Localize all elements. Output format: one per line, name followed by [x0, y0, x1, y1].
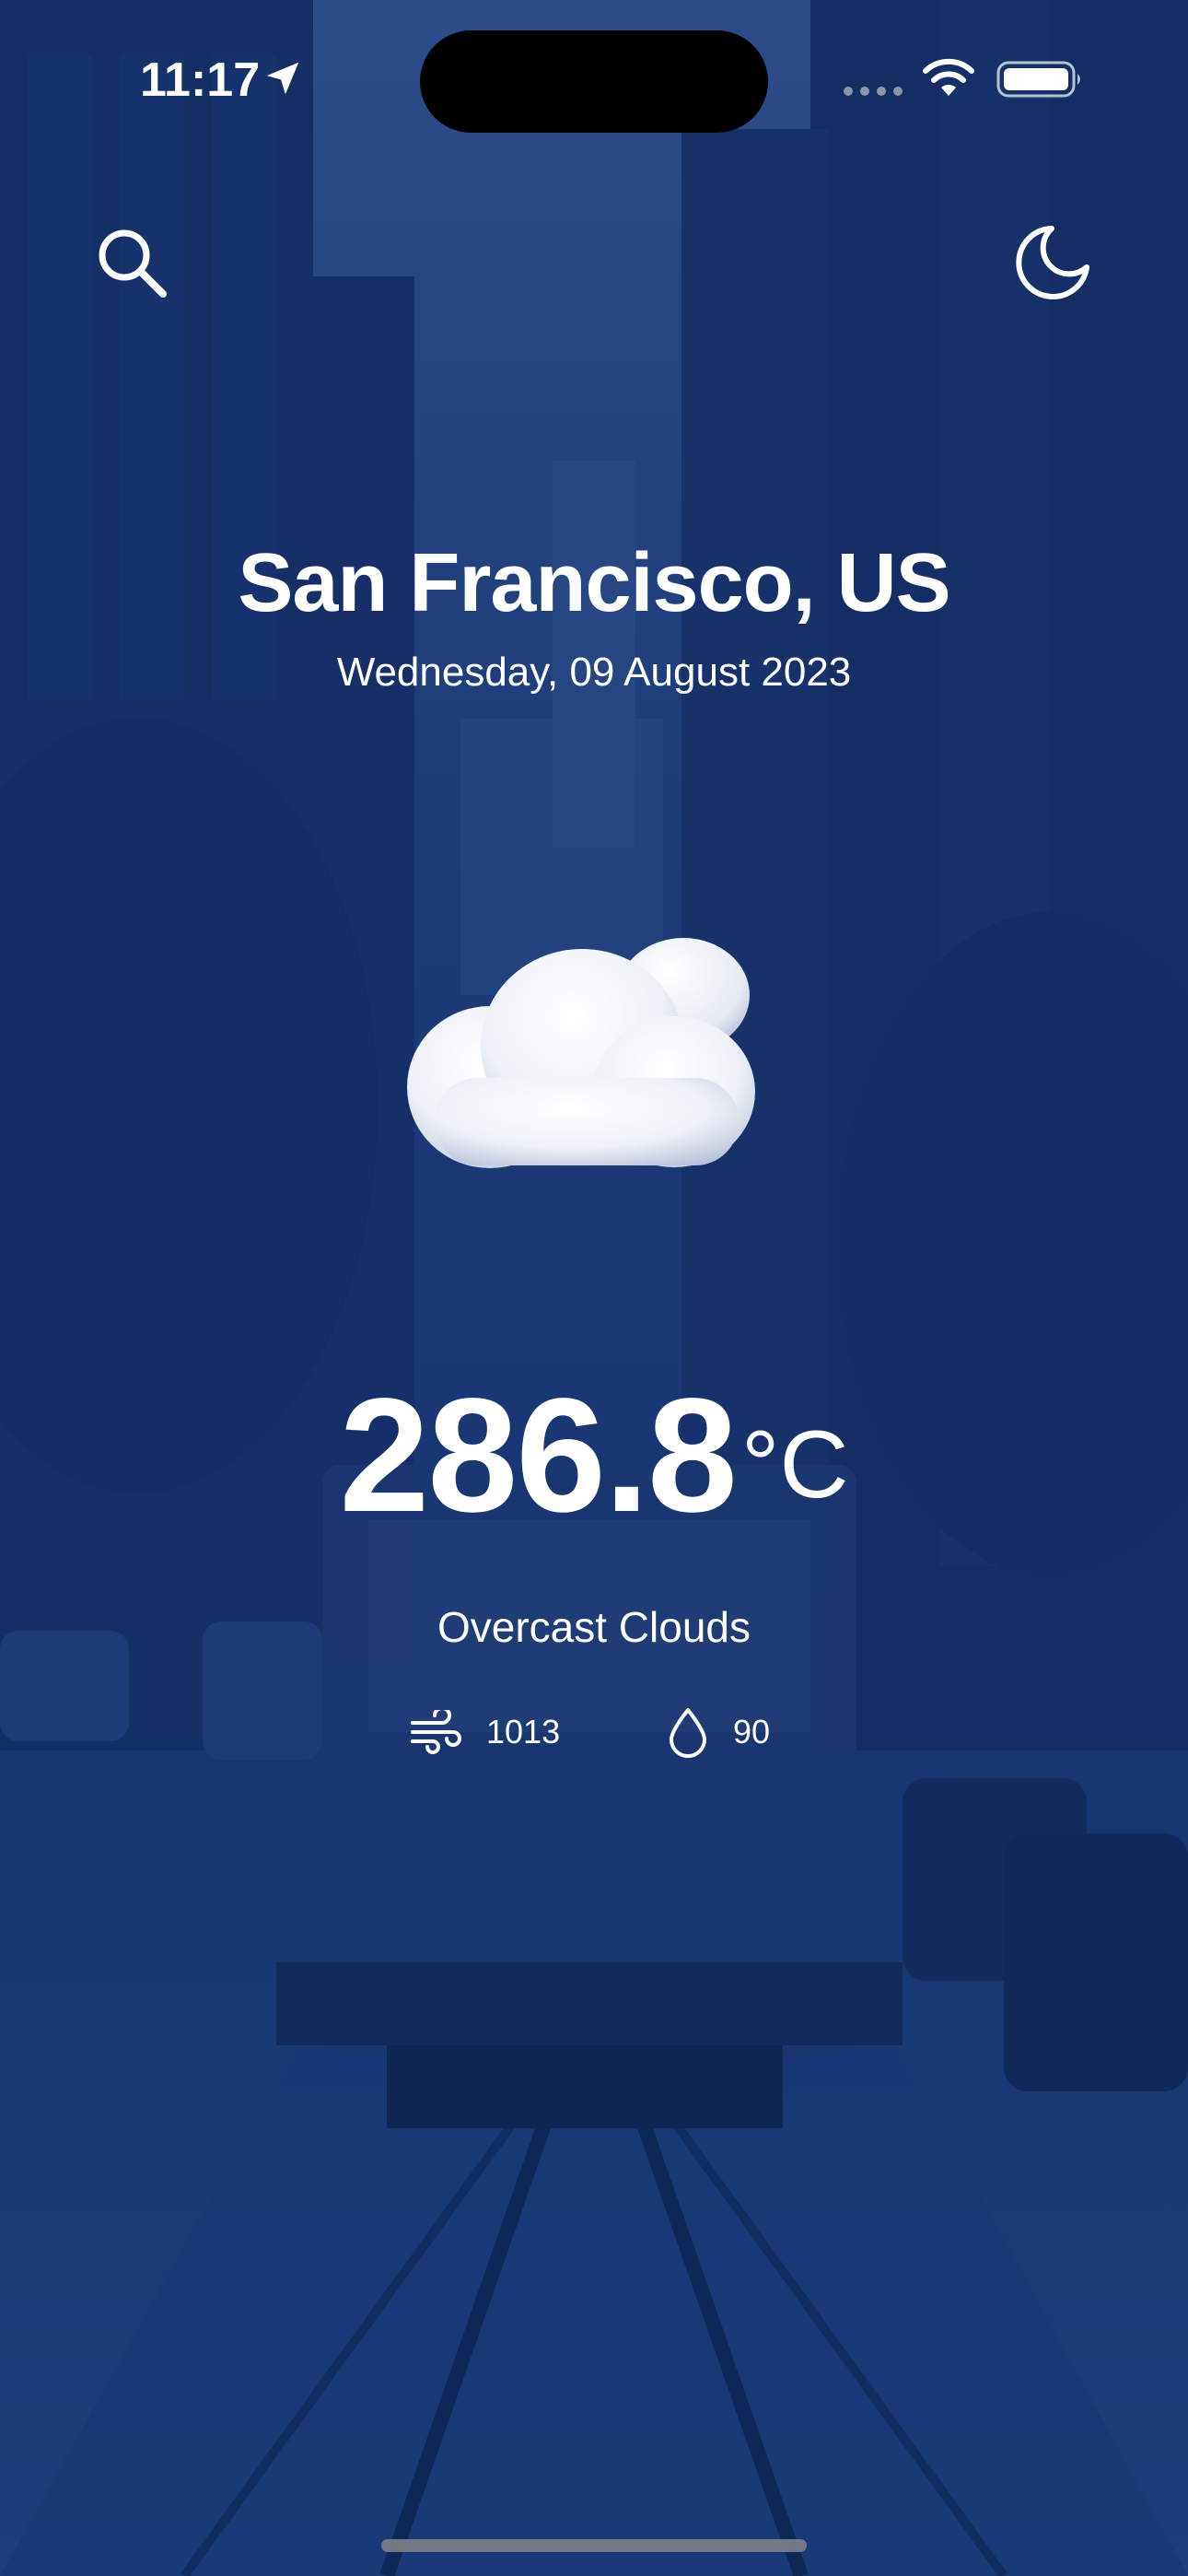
battery-icon	[996, 61, 1080, 98]
theme-toggle-button[interactable]	[1011, 221, 1094, 304]
weather-stats: 1013 90	[0, 1703, 1188, 1762]
wind-value: 1013	[486, 1713, 561, 1751]
wifi-icon	[923, 58, 974, 96]
status-bar: 11:17	[0, 0, 1188, 157]
weather-condition: Overcast Clouds	[437, 1603, 751, 1651]
cellular-signal-icon	[844, 87, 903, 96]
humidity-stat: 90	[667, 1703, 770, 1762]
search-button[interactable]	[90, 221, 173, 304]
temperature-value: 286.8	[339, 1365, 737, 1546]
search-icon	[99, 229, 167, 298]
wind-icon	[411, 1710, 461, 1754]
wind-stat: 1013	[409, 1703, 560, 1762]
temperature-unit: °C	[740, 1411, 849, 1518]
background-image	[0, 0, 1188, 2576]
current-date: Wednesday, 09 August 2023	[336, 650, 852, 695]
dynamic-island	[420, 30, 768, 133]
humidity-value: 90	[733, 1713, 771, 1751]
moon-icon	[1016, 226, 1089, 299]
temperature-display: 286.8°C	[0, 1364, 1188, 1566]
city-name: San Francisco, US	[238, 537, 950, 629]
home-indicator[interactable]	[381, 2539, 807, 2552]
droplet-icon	[670, 1708, 706, 1758]
status-time: 11:17	[140, 53, 261, 107]
location-arrow-icon	[266, 62, 299, 95]
cloud-icon	[407, 938, 755, 1168]
